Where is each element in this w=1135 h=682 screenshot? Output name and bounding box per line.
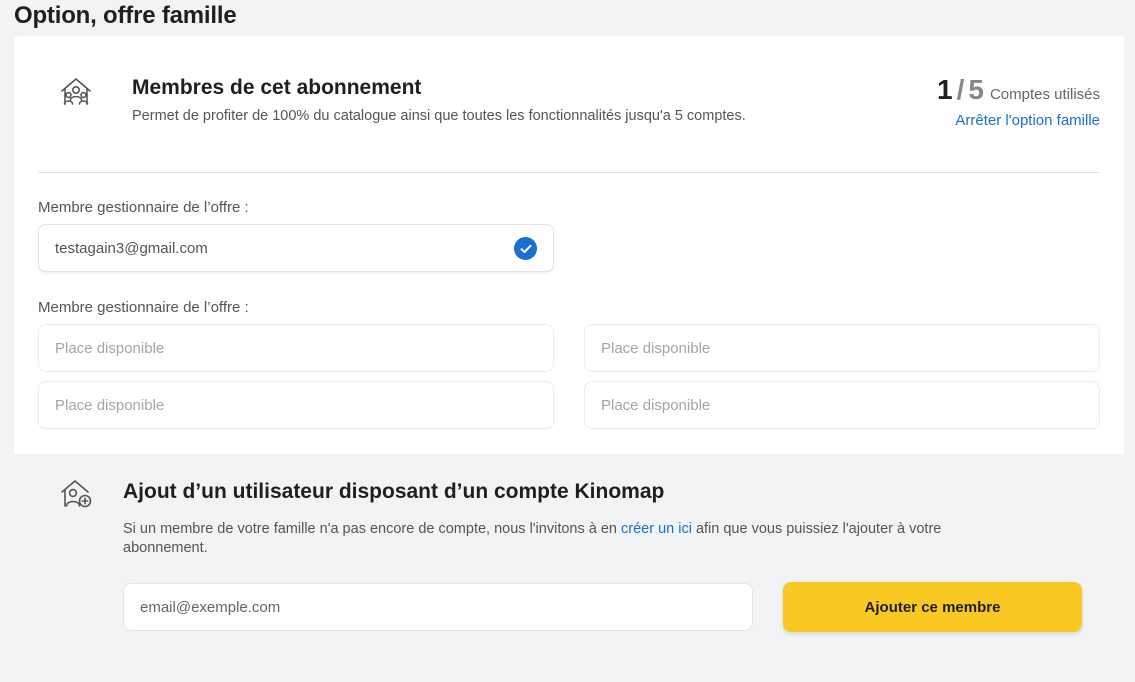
slot-field[interactable]: Place disponible [584, 324, 1100, 372]
manager-label: Membre gestionnaire de l’offre : [38, 199, 249, 216]
add-user-desc-before: Si un membre de votre famille n'a pas en… [123, 521, 621, 537]
add-user-house-icon [58, 476, 94, 512]
member-email-input[interactable] [123, 583, 753, 631]
accounts-used: 1 [937, 74, 953, 105]
manager-email: testagain3@gmail.com [55, 239, 208, 257]
slot-placeholder: Place disponible [601, 396, 711, 414]
check-circle-icon [514, 237, 537, 260]
manager-email-field[interactable]: testagain3@gmail.com [38, 224, 554, 272]
slot-field[interactable]: Place disponible [38, 381, 554, 429]
family-house-icon [58, 74, 94, 110]
members-title: Membres de cet abonnement [132, 76, 422, 99]
divider [38, 172, 1100, 173]
members-description: Permet de profiter de 100% du catalogue … [132, 108, 746, 124]
create-account-link[interactable]: créer un ici [621, 521, 692, 537]
add-user-description: Si un membre de votre famille n'a pas en… [123, 520, 1023, 558]
stop-family-option-link[interactable]: Arrêter l'option famille [955, 112, 1100, 129]
page-title: Option, offre famille [14, 2, 237, 29]
accounts-separator: / [956, 74, 965, 105]
slot-field[interactable]: Place disponible [584, 381, 1100, 429]
add-user-title: Ajout d’un utilisateur disposant d’un co… [123, 480, 665, 503]
accounts-total: 5 [968, 74, 984, 105]
add-user-section: Ajout d’un utilisateur disposant d’un co… [14, 454, 1124, 672]
add-member-button[interactable]: Ajouter ce membre [783, 582, 1082, 632]
slot-placeholder: Place disponible [601, 339, 711, 357]
accounts-counter: 1 / 5 Comptes utilisés [937, 74, 1100, 106]
family-offer-card: Membres de cet abonnement Permet de prof… [14, 36, 1124, 672]
slot-placeholder: Place disponible [55, 396, 165, 414]
slots-label: Membre gestionnaire de l’offre : [38, 299, 249, 316]
accounts-label: Comptes utilisés [989, 86, 1100, 103]
slot-placeholder: Place disponible [55, 339, 165, 357]
slot-field[interactable]: Place disponible [38, 324, 554, 372]
